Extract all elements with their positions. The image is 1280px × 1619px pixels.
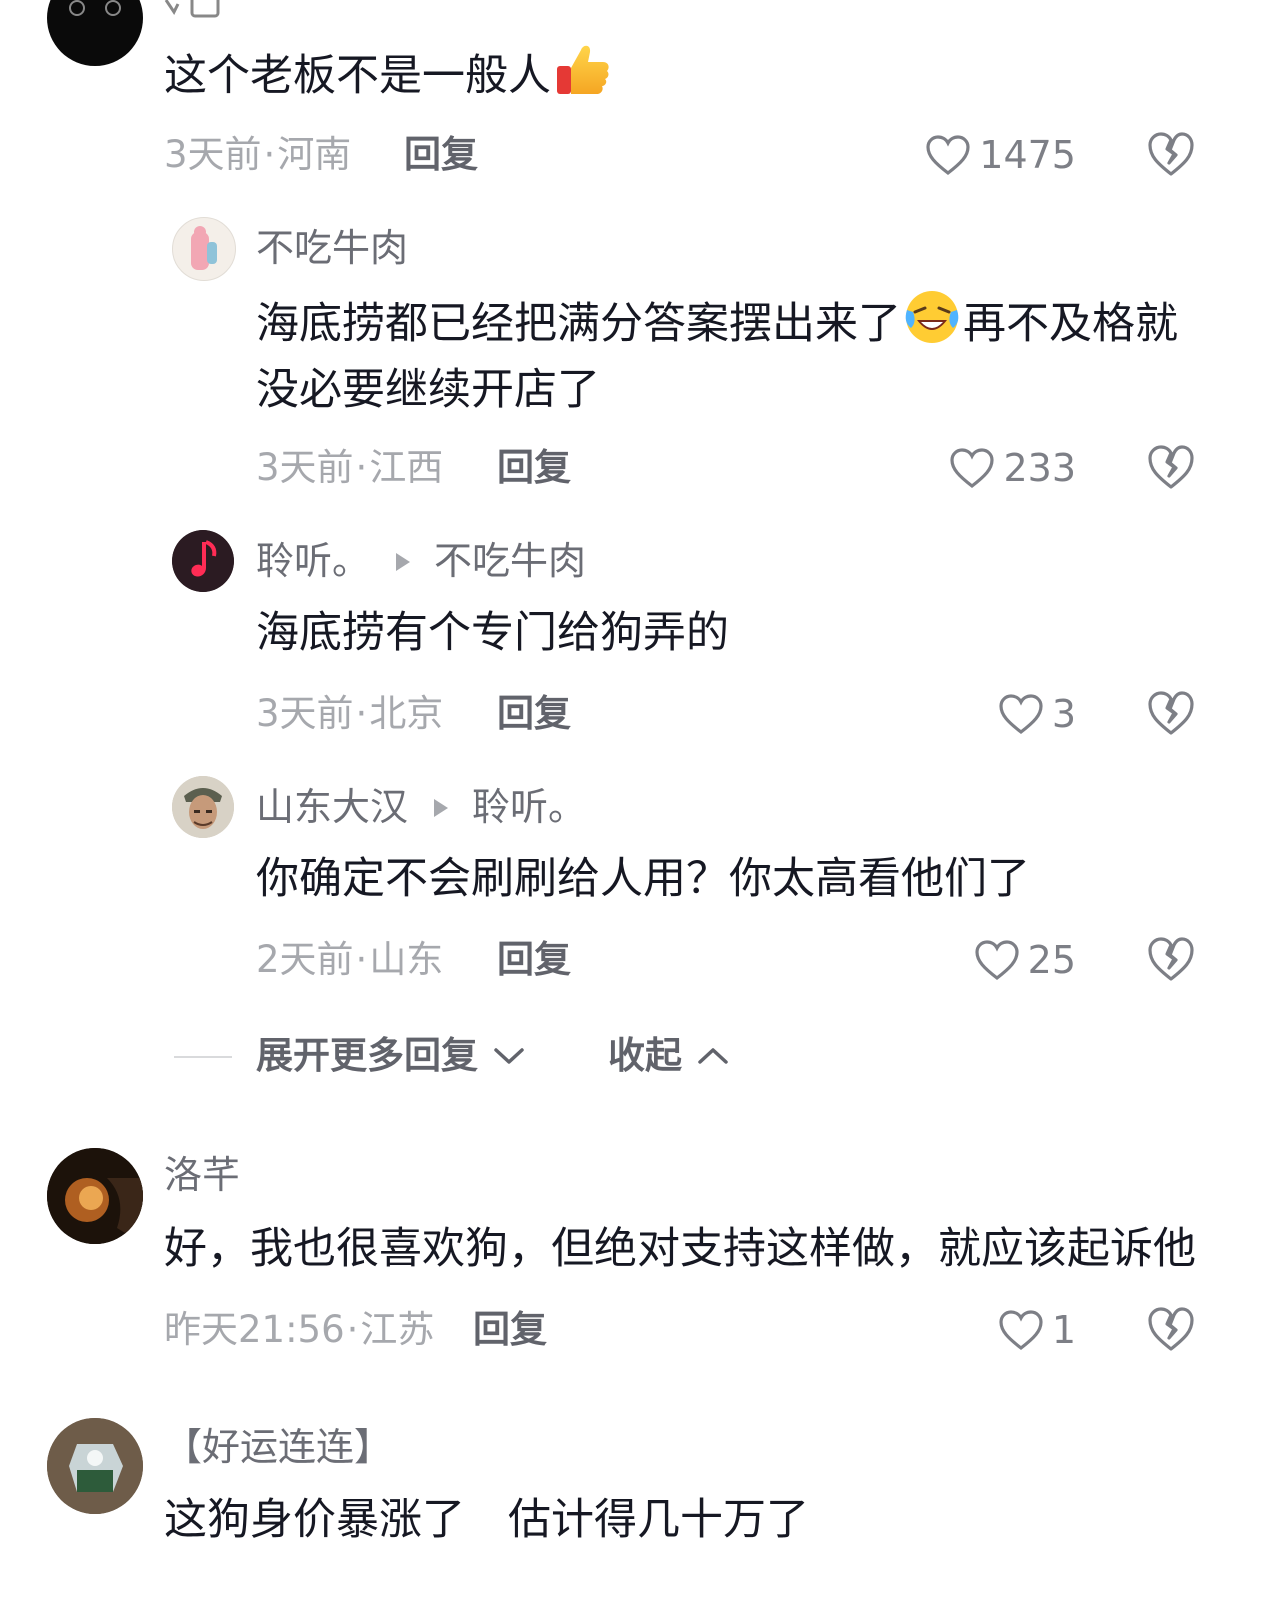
heart-icon — [950, 448, 995, 489]
dislike-button[interactable] — [1146, 1305, 1198, 1355]
commenter-name-row: 聆听。 不吃牛肉 — [256, 538, 586, 584]
avatar-image-icon — [47, 1148, 143, 1244]
reply-button[interactable]: 回复 — [497, 692, 571, 736]
commenter-name[interactable]: 聆听。 — [256, 539, 370, 583]
avatar[interactable] — [172, 530, 234, 592]
heart-icon — [999, 694, 1043, 735]
badge-icons — [164, 0, 224, 18]
chevron-up-icon — [698, 1048, 728, 1064]
commenter-name-row: 山东大汉 聆听。 — [256, 784, 586, 830]
comment-meta: 3天前·河南 — [164, 133, 352, 176]
heart-icon — [926, 135, 970, 176]
reply-arrow-icon — [396, 552, 411, 571]
like-count: 233 — [1003, 446, 1076, 490]
avatar[interactable] — [172, 776, 234, 838]
reply-button[interactable]: 回复 — [473, 1308, 547, 1352]
like-count: 25 — [1027, 938, 1076, 982]
like-count: 3 — [1051, 692, 1076, 736]
comment-text: 海底捞都已经把满分答案摆出来了 再不及格就 没必要继续开店了 — [256, 288, 1216, 423]
comment-text: 这狗身价暴涨了 估计得几十万了 — [164, 1495, 809, 1545]
comment-meta: 昨天21:56·江苏 — [164, 1308, 435, 1351]
collapse-replies-button[interactable]: 收起 — [608, 1034, 730, 1078]
commenter-name[interactable]: 山东大汉 — [256, 785, 408, 829]
comment-text: 这个老板不是一般人 — [164, 40, 613, 109]
thumbs-up-emoji-icon — [557, 45, 609, 94]
like-count: 1475 — [979, 133, 1076, 177]
commenter-name[interactable]: 洛芊 — [164, 1152, 240, 1198]
heart-icon — [975, 940, 1019, 981]
expand-more-replies-button[interactable]: 展开更多回复 — [256, 1034, 526, 1078]
dislike-button[interactable] — [1146, 935, 1198, 985]
dislike-button[interactable] — [1146, 130, 1198, 180]
comment-text: 你确定不会刷刷给人用？你太高看他们了 — [256, 854, 1030, 904]
expand-label: 展开更多回复 — [256, 1034, 478, 1077]
comment-meta: 2天前·山东 — [256, 938, 444, 981]
collapse-label: 收起 — [608, 1034, 682, 1077]
laughing-crying-emoji-icon — [905, 291, 959, 343]
like-button[interactable]: 1 — [998, 1305, 1076, 1355]
broken-heart-icon — [1148, 1307, 1194, 1351]
music-note-icon — [172, 530, 234, 592]
broken-heart-icon — [1148, 445, 1194, 489]
heart-icon — [999, 1310, 1043, 1351]
avatar-image-icon — [191, 226, 217, 270]
reply-button[interactable]: 回复 — [497, 446, 571, 490]
like-button[interactable]: 233 — [949, 443, 1076, 493]
comment-text: 海底捞有个专门给狗弄的 — [256, 608, 729, 658]
avatar-image-icon — [47, 1418, 143, 1514]
reply-button[interactable]: 回复 — [497, 938, 571, 982]
reply-arrow-icon — [434, 798, 449, 817]
reply-button[interactable]: 回复 — [404, 133, 478, 177]
avatar[interactable] — [47, 0, 143, 66]
reply-to-name[interactable]: 聆听。 — [472, 785, 586, 829]
like-button[interactable]: 25 — [974, 935, 1076, 985]
like-button[interactable]: 1475 — [925, 130, 1076, 180]
reply-to-name[interactable]: 不吃牛肉 — [434, 539, 586, 583]
like-button[interactable]: 3 — [998, 689, 1076, 739]
comment-text: 好，我也很喜欢狗，但绝对支持这样做，就应该起诉他 — [164, 1224, 1196, 1274]
avatar-image-icon — [172, 776, 234, 838]
avatar[interactable] — [47, 1418, 143, 1514]
comment-meta: 3天前·北京 — [256, 692, 444, 735]
avatar[interactable] — [172, 217, 236, 281]
commenter-name[interactable]: 【好运连连】 — [164, 1424, 392, 1470]
broken-heart-icon — [1148, 132, 1194, 176]
dislike-button[interactable] — [1146, 443, 1198, 493]
chevron-down-icon — [494, 1048, 524, 1064]
commenter-name[interactable]: 不吃牛肉 — [256, 225, 408, 271]
avatar-image-icon — [69, 0, 121, 16]
comment-meta: 3天前·江西 — [256, 446, 444, 489]
divider-line — [174, 1056, 232, 1058]
broken-heart-icon — [1148, 691, 1194, 735]
broken-heart-icon — [1148, 937, 1194, 981]
avatar[interactable] — [47, 1148, 143, 1244]
dislike-button[interactable] — [1146, 689, 1198, 739]
like-count: 1 — [1051, 1308, 1076, 1352]
